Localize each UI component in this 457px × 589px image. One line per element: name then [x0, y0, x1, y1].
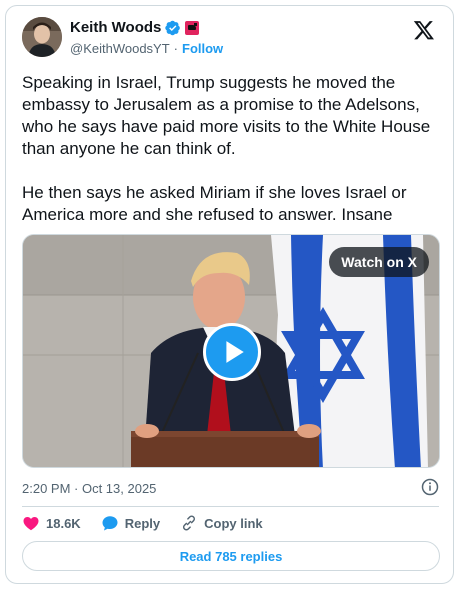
- divider: [22, 506, 439, 507]
- like-count: 18.6K: [46, 515, 81, 531]
- verified-badge-icon: [165, 20, 181, 36]
- read-replies-button[interactable]: Read 785 replies: [22, 541, 440, 571]
- follow-button[interactable]: Follow: [182, 41, 223, 56]
- action-bar: 18.6K Reply Copy link: [22, 513, 263, 533]
- author-handle[interactable]: @KeithWoodsYT: [70, 41, 170, 56]
- info-icon[interactable]: [421, 478, 439, 496]
- tweet-text: Speaking in Israel, Trump suggests he mo…: [22, 73, 431, 224]
- handle-separator: ·: [173, 41, 179, 56]
- link-icon: [183, 515, 196, 531]
- x-logo-icon[interactable]: [413, 19, 435, 41]
- author-name-row: Keith Woods: [70, 19, 200, 36]
- like-button[interactable]: 18.6K: [22, 514, 81, 532]
- reply-button[interactable]: Reply: [101, 514, 160, 532]
- affiliation-badge-icon: [185, 20, 200, 35]
- heart-icon: [23, 517, 39, 531]
- author-handle-row: @KeithWoodsYT · Follow: [70, 41, 223, 56]
- timestamp[interactable]: 2:20 PM · Oct 13, 2025: [22, 481, 156, 496]
- avatar[interactable]: [22, 17, 62, 57]
- reply-label: Reply: [124, 515, 161, 531]
- watch-on-x-button[interactable]: Watch on X: [329, 247, 429, 277]
- reply-bubble-icon: [102, 516, 118, 531]
- author-name[interactable]: Keith Woods: [70, 19, 161, 36]
- play-button[interactable]: [203, 323, 261, 381]
- copy-link-button[interactable]: Copy link: [180, 514, 263, 532]
- avatar-image: [22, 17, 62, 57]
- tweet-card: Keith Woods @KeithWoodsYT · Follow Speak…: [5, 5, 454, 584]
- copy-link-label: Copy link: [204, 515, 263, 531]
- play-icon: [226, 341, 244, 363]
- video-player[interactable]: Watch on X: [22, 234, 440, 468]
